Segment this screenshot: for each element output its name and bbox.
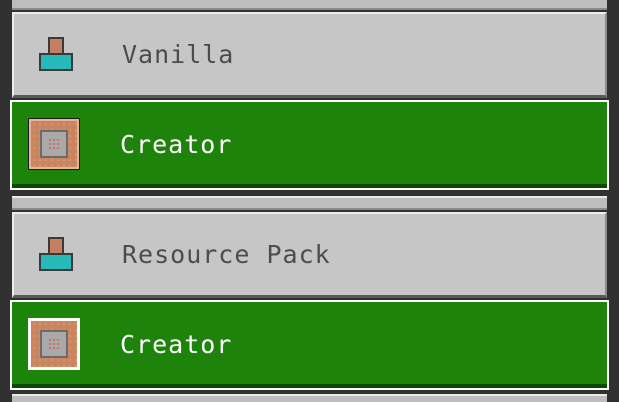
pack-row-creator[interactable]: Creator bbox=[10, 300, 609, 390]
pack-row-label: Resource Pack bbox=[122, 240, 331, 269]
pack-row-label: Creator bbox=[120, 129, 233, 159]
person-icon bbox=[39, 236, 73, 273]
list-divider bbox=[12, 196, 607, 210]
pack-row-resource-pack[interactable]: Resource Pack bbox=[12, 212, 607, 298]
icon-slot bbox=[12, 104, 96, 184]
pack-row-creator[interactable]: Creator bbox=[10, 100, 609, 190]
command-block-icon bbox=[28, 118, 80, 170]
pack-row-vanilla[interactable]: Vanilla bbox=[12, 12, 607, 98]
icon-slot bbox=[14, 214, 98, 295]
list-divider bbox=[12, 394, 607, 402]
pack-list: Vanilla Creator Resource Pack Creator bbox=[0, 0, 619, 402]
command-block-icon bbox=[28, 318, 80, 370]
list-divider bbox=[12, 0, 607, 10]
pack-row-label: Creator bbox=[120, 329, 233, 359]
person-icon bbox=[39, 36, 73, 73]
icon-slot bbox=[12, 304, 96, 384]
icon-slot bbox=[14, 14, 98, 95]
pack-row-label: Vanilla bbox=[122, 40, 235, 69]
